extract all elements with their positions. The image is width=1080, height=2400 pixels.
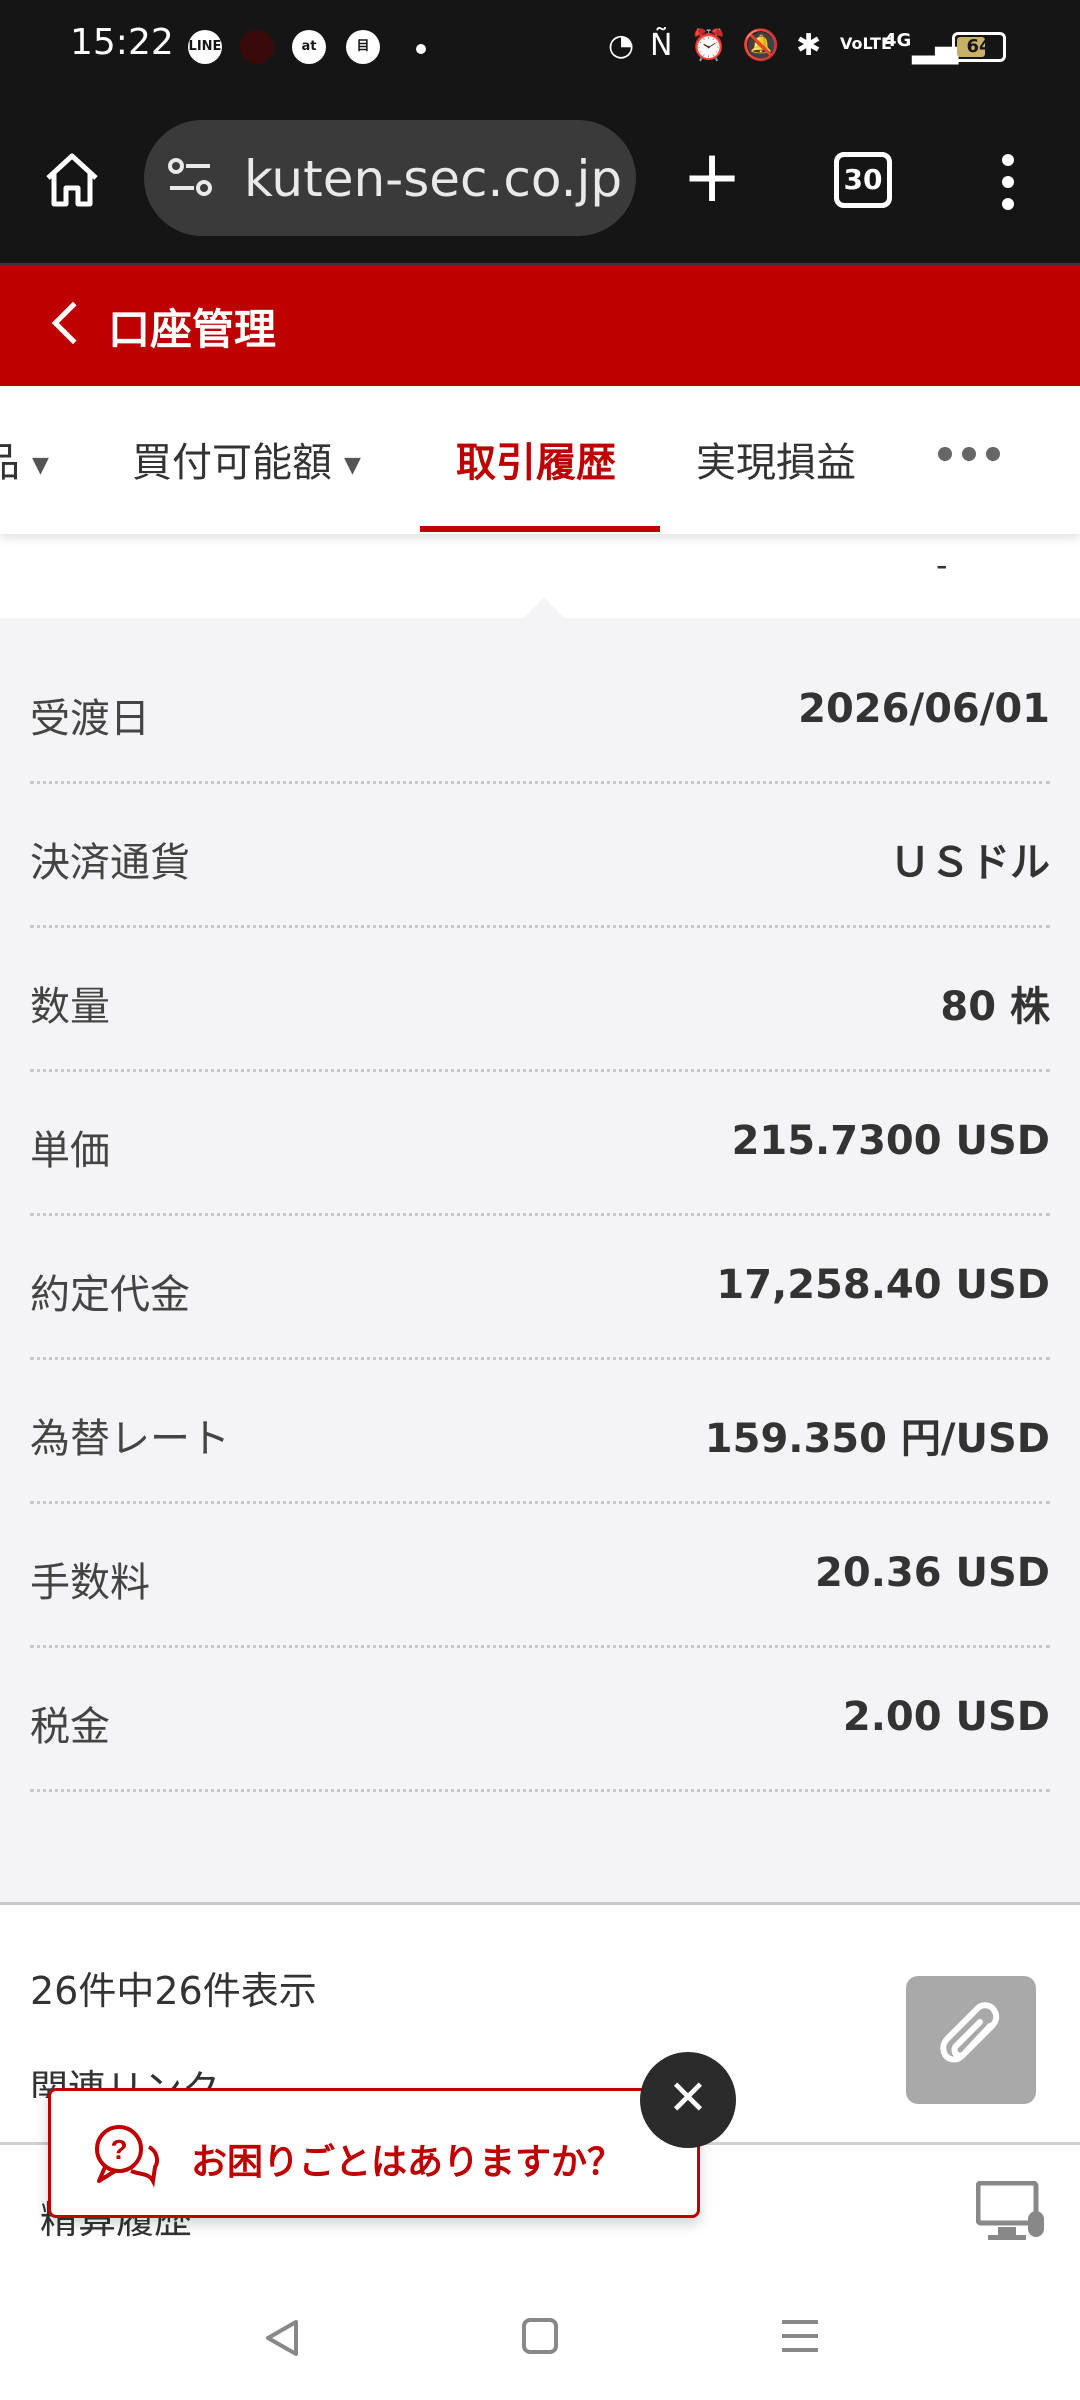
detail-row-exchange-rate: 為替レート 159.350 円/USD — [30, 1360, 1050, 1504]
line-notification-icon: LINE — [188, 30, 222, 64]
status-bar: 15:22 LINE at 目 ◔ Ñ ⏰ 🔕 ✱ VoLTE 4G ▂▄ 64 — [0, 0, 1080, 96]
paperclip-icon — [940, 2002, 1000, 2063]
detail-value: 2.00 USD — [842, 1694, 1050, 1740]
panel-pointer — [524, 598, 564, 618]
new-tab-button[interactable]: + — [680, 140, 744, 212]
nav-recents-line — [782, 2320, 818, 2324]
detail-row-tax: 税金 2.00 USD — [30, 1648, 1050, 1792]
home-button[interactable] — [40, 148, 104, 212]
app-header: 口座管理 — [0, 266, 1080, 386]
detail-row-commission: 手数料 20.36 USD — [30, 1504, 1050, 1648]
url-text: kuten-sec.co.jp — [244, 150, 623, 208]
app-notification-icon — [240, 30, 274, 64]
tab-purchasing-power[interactable]: 買付可能額 ▼ — [132, 430, 361, 488]
record-count: 26件中26件表示 — [30, 1969, 317, 2013]
nfc-icon: Ñ — [650, 28, 673, 63]
menu-dot-icon — [1002, 198, 1014, 210]
tab-label: 買付可能額 — [132, 440, 332, 486]
caret-down-icon: ▼ — [344, 452, 361, 478]
detail-value: ＵＳドル — [890, 840, 1050, 886]
alarm-icon: ⏰ — [690, 28, 728, 63]
nav-recents-icon[interactable] — [782, 2320, 818, 2362]
browser-toolbar: kuten-sec.co.jp + 30 — [0, 96, 1080, 266]
tab-partial[interactable]: 品▼ — [0, 430, 49, 488]
detail-value: 215.7300 USD — [731, 1118, 1050, 1164]
more-dot-icon — [962, 447, 976, 461]
at-notification-icon: at — [292, 30, 326, 64]
site-settings-icon[interactable] — [166, 156, 214, 200]
detail-label: 為替レート — [30, 1416, 230, 1462]
previous-row-value: - — [936, 546, 948, 584]
browser-menu-button[interactable] — [990, 148, 1026, 212]
detail-value: 17,258.40 USD — [716, 1262, 1050, 1308]
trade-detail-panel: 受渡日 2026/06/01 決済通貨 ＵＳドル 数量 80 株 単価 215.… — [0, 598, 1080, 1905]
help-chat-icon: ? — [95, 2125, 159, 2188]
panel-divider — [0, 1902, 1080, 1905]
detail-label: 税金 — [30, 1704, 110, 1750]
network-type: 4G — [884, 30, 912, 51]
caret-down-icon: ▼ — [32, 452, 49, 478]
detail-row-quantity: 数量 80 株 — [30, 928, 1050, 1072]
plus-icon: + — [681, 134, 743, 218]
back-chevron-icon[interactable] — [51, 301, 95, 345]
menu-dot-icon — [1002, 176, 1014, 188]
more-notifications-dot — [416, 44, 426, 54]
attachment-button[interactable] — [906, 1976, 1036, 2104]
home-icon — [46, 153, 98, 207]
battery-icon: 64 — [952, 32, 1006, 62]
help-popup-close-button[interactable]: ✕ — [640, 2052, 736, 2148]
detail-label: 数量 — [30, 984, 110, 1030]
more-dot-icon — [986, 447, 1000, 461]
bluetooth-icon: ✱ — [796, 28, 822, 63]
calendar-notification-icon: 目 — [346, 30, 380, 64]
detail-value: 2026/06/01 — [798, 686, 1050, 732]
detail-label: 決済通貨 — [30, 840, 190, 886]
tab-label: 品 — [0, 440, 20, 486]
active-tab-indicator — [420, 526, 660, 532]
tab-realized-pnl[interactable]: 実現損益 — [696, 430, 856, 488]
detail-row-unit-price: 単価 215.7300 USD — [30, 1072, 1050, 1216]
mute-icon: 🔕 — [742, 28, 780, 63]
more-dot-icon — [938, 447, 952, 461]
detail-row-settlement-date: 受渡日 2026/06/01 — [30, 640, 1050, 784]
tab-switcher-button[interactable]: 30 — [834, 152, 892, 208]
detail-value: 20.36 USD — [815, 1550, 1050, 1596]
nav-recents-line — [782, 2334, 818, 2338]
menu-dot-icon — [1002, 154, 1014, 166]
more-tabs-button[interactable] — [938, 446, 1010, 465]
detail-label: 受渡日 — [30, 696, 150, 742]
tab-trade-history[interactable]: 取引履歴 — [456, 430, 616, 488]
detail-row-contract-amount: 約定代金 17,258.40 USD — [30, 1216, 1050, 1360]
nav-recents-line — [782, 2348, 818, 2352]
detail-label: 約定代金 — [30, 1272, 190, 1318]
help-popup-text: お困りごとはありますか？ — [191, 2142, 624, 2183]
tab-bar: 品▼ 買付可能額▼ 取引履歴 実現損益 — [0, 386, 1080, 534]
detail-label: 単価 — [30, 1128, 110, 1174]
detail-value: 159.350 円/USD — [704, 1416, 1050, 1462]
page-title[interactable]: 口座管理 — [108, 296, 276, 357]
detail-label: 手数料 — [30, 1560, 150, 1606]
detail-value: 80 株 — [940, 984, 1050, 1030]
status-time: 15:22 — [70, 22, 174, 63]
battery-level: 64 — [966, 36, 992, 57]
url-bar[interactable]: kuten-sec.co.jp — [144, 120, 636, 236]
pc-view-icon[interactable] — [976, 2181, 1048, 2245]
svg-text:?: ? — [110, 2134, 127, 2165]
nav-back-icon[interactable] — [262, 2318, 302, 2358]
android-navigation-bar — [0, 2280, 1080, 2400]
nav-home-icon[interactable] — [522, 2318, 558, 2354]
help-popup[interactable]: ? お困りごとはありますか？ — [48, 2088, 700, 2218]
detail-row-currency: 決済通貨 ＵＳドル — [30, 784, 1050, 928]
data-saver-icon: ◔ — [608, 28, 635, 63]
